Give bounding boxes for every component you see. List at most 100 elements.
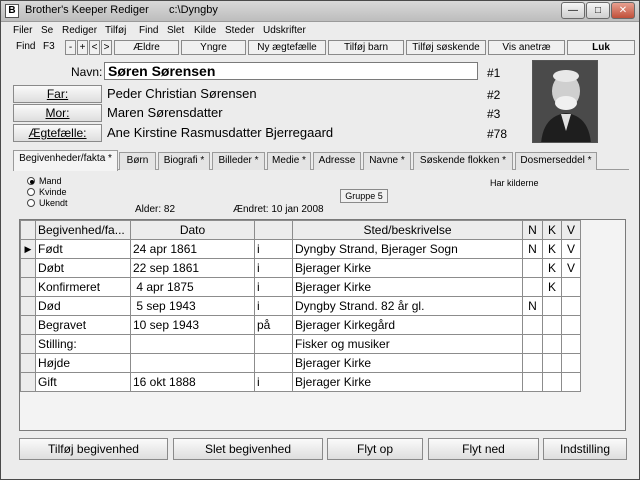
aeldre-button[interactable]: Ældre	[114, 40, 179, 55]
date-cell[interactable]	[130, 353, 255, 373]
menu-se[interactable]: Se	[41, 25, 53, 36]
k-cell[interactable]: K	[542, 258, 562, 278]
minus-button[interactable]: -	[65, 40, 76, 55]
v-cell[interactable]	[561, 296, 581, 316]
event-cell[interactable]: Døbt	[35, 258, 131, 278]
k-cell[interactable]	[542, 296, 562, 316]
k-cell[interactable]	[542, 353, 562, 373]
row-indicator[interactable]	[20, 296, 36, 316]
place-cell[interactable]: Bjerager Kirkegård	[292, 315, 523, 335]
event-cell[interactable]: Født	[35, 239, 131, 259]
v-cell[interactable]: V	[561, 258, 581, 278]
n-cell[interactable]	[522, 277, 543, 297]
prep-cell[interactable]: i	[254, 296, 293, 316]
radio-mand[interactable]: Mand	[27, 176, 62, 186]
flyt-ned-button[interactable]: Flyt ned	[428, 438, 539, 460]
radio-ukendt[interactable]: Ukendt	[27, 198, 68, 208]
event-cell[interactable]: Konfirmeret	[35, 277, 131, 297]
tilfoj-soskende-button[interactable]: Tilføj søskende	[406, 40, 486, 55]
minimize-button[interactable]: —	[561, 2, 585, 19]
event-row[interactable]: ▶ Født 24 apr 1861 i Dyngby Strand, Bjerager…	[20, 239, 581, 259]
radio-kvinde[interactable]: Kvinde	[27, 187, 67, 197]
aegtefaelle-button[interactable]: Ægtefælle:	[13, 124, 102, 142]
prep-cell[interactable]	[254, 353, 293, 373]
tilfoj-barn-button[interactable]: Tilføj barn	[328, 40, 404, 55]
menu-tilfoj[interactable]: Tilføj	[105, 25, 126, 36]
event-row[interactable]: Død 5 sep 1943 i Dyngby Strand. 82 år gl. N	[20, 296, 581, 316]
event-cell[interactable]: Gift	[35, 372, 131, 392]
k-cell[interactable]	[542, 372, 562, 392]
event-cell[interactable]: Død	[35, 296, 131, 316]
v-cell[interactable]	[561, 315, 581, 335]
prep-cell[interactable]: i	[254, 239, 293, 259]
event-row[interactable]: Højde Bjerager Kirke	[20, 353, 581, 373]
header-sted[interactable]: Sted/beskrivelse	[292, 220, 523, 240]
tilfoj-begivenhed-button[interactable]: Tilføj begivenhed	[19, 438, 168, 460]
prep-cell[interactable]	[254, 334, 293, 354]
row-indicator[interactable]	[20, 315, 36, 335]
slet-begivenhed-button[interactable]: Slet begivenhed	[173, 438, 323, 460]
tab-soskende-flokken[interactable]: Søskende flokken *	[413, 152, 513, 170]
luk-button[interactable]: Luk	[567, 40, 635, 55]
gruppe-button[interactable]: Gruppe 5	[340, 189, 388, 203]
event-cell[interactable]: Begravet	[35, 315, 131, 335]
event-row[interactable]: Døbt 22 sep 1861 i Bjerager Kirke K V	[20, 258, 581, 278]
row-indicator[interactable]	[20, 277, 36, 297]
place-cell[interactable]: Fisker og musiker	[292, 334, 523, 354]
v-cell[interactable]	[561, 372, 581, 392]
date-cell[interactable]: 5 sep 1943	[130, 296, 255, 316]
n-cell[interactable]	[522, 315, 543, 335]
prep-cell[interactable]: på	[254, 315, 293, 335]
mor-button[interactable]: Mor:	[13, 104, 102, 122]
n-cell[interactable]	[522, 353, 543, 373]
v-cell[interactable]	[561, 277, 581, 297]
v-cell[interactable]	[561, 353, 581, 373]
menu-steder[interactable]: Steder	[225, 25, 254, 36]
v-cell[interactable]: V	[561, 239, 581, 259]
row-indicator[interactable]	[20, 372, 36, 392]
v-cell[interactable]	[561, 334, 581, 354]
tab-navne[interactable]: Navne *	[363, 152, 411, 170]
header-k[interactable]: K	[542, 220, 562, 240]
prep-cell[interactable]: i	[254, 277, 293, 297]
event-row[interactable]: Konfirmeret 4 apr 1875 i Bjerager Kirke K	[20, 277, 581, 297]
k-cell[interactable]	[542, 334, 562, 354]
yngre-button[interactable]: Yngre	[181, 40, 246, 55]
tab-medie[interactable]: Medie *	[267, 152, 311, 170]
tab-adresse[interactable]: Adresse	[313, 152, 361, 170]
date-cell[interactable]: 4 apr 1875	[130, 277, 255, 297]
menu-find[interactable]: Find	[139, 25, 158, 36]
n-cell[interactable]	[522, 334, 543, 354]
portrait-photo[interactable]	[532, 60, 598, 143]
plus-button[interactable]: +	[77, 40, 88, 55]
place-cell[interactable]: Bjerager Kirke	[292, 277, 523, 297]
header-begivenhed[interactable]: Begivenhed/fa...	[35, 220, 131, 240]
n-cell[interactable]: N	[522, 296, 543, 316]
tab-biografi[interactable]: Biografi *	[158, 152, 210, 170]
row-indicator[interactable]: ▶	[20, 239, 36, 259]
place-cell[interactable]: Dyngby Strand. 82 år gl.	[292, 296, 523, 316]
n-cell[interactable]: N	[522, 239, 543, 259]
row-indicator[interactable]	[20, 334, 36, 354]
date-cell[interactable]: 24 apr 1861	[130, 239, 255, 259]
menu-kilde[interactable]: Kilde	[194, 25, 216, 36]
event-cell[interactable]: Stilling:	[35, 334, 131, 354]
vis-anetrae-button[interactable]: Vis anetræ	[488, 40, 565, 55]
date-cell[interactable]: 22 sep 1861	[130, 258, 255, 278]
k-cell[interactable]	[542, 315, 562, 335]
header-dato[interactable]: Dato	[130, 220, 255, 240]
indstilling-button[interactable]: Indstilling	[543, 438, 627, 460]
prev-button[interactable]: <	[89, 40, 100, 55]
prep-cell[interactable]: i	[254, 372, 293, 392]
place-cell[interactable]: Dyngby Strand, Bjerager Sogn	[292, 239, 523, 259]
next-button[interactable]: >	[101, 40, 112, 55]
flyt-op-button[interactable]: Flyt op	[327, 438, 423, 460]
date-cell[interactable]: 16 okt 1888	[130, 372, 255, 392]
close-window-button[interactable]: ✕	[611, 2, 635, 19]
menu-udskrifter[interactable]: Udskrifter	[263, 25, 306, 36]
event-cell[interactable]: Højde	[35, 353, 131, 373]
header-n[interactable]: N	[522, 220, 543, 240]
k-cell[interactable]: K	[542, 277, 562, 297]
tab-billeder[interactable]: Billeder *	[212, 152, 265, 170]
row-indicator[interactable]	[20, 353, 36, 373]
